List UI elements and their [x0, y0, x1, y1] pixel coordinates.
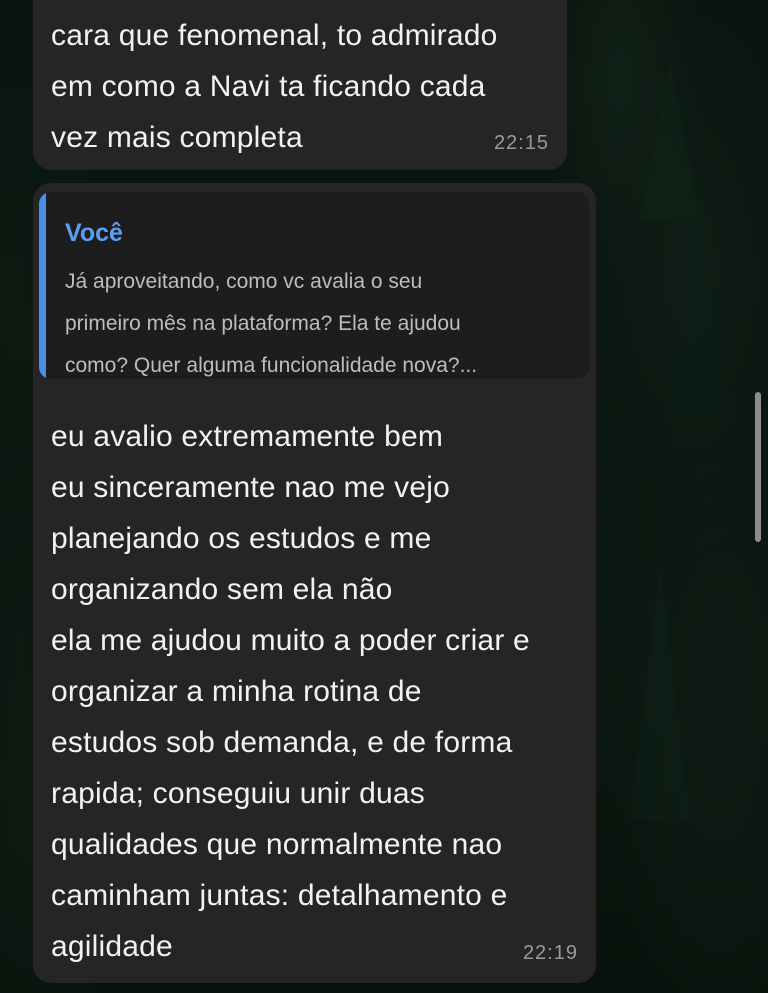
reply-quote-author: Você [65, 219, 123, 247]
reply-quote-bar [39, 192, 46, 379]
message-timestamp: 22:19 [522, 942, 578, 964]
tree-silhouette [640, 60, 700, 220]
tree-silhouette [670, 200, 730, 420]
reply-quote-text: Já aproveitando, como vc avalia o seu pr… [65, 270, 478, 377]
reply-quote[interactable]: Você Já aproveitando, como vc avalia o s… [39, 192, 589, 379]
scrollbar-thumb[interactable] [755, 392, 761, 542]
message-text: eu avalio extremamente bem eu sinceramen… [51, 420, 530, 963]
message-text: cara que fenomenal, to admirado em como … [51, 19, 498, 154]
message-timestamp: 22:15 [493, 132, 549, 154]
tree-silhouette [630, 560, 690, 820]
message-bubble-incoming[interactable]: Você Já aproveitando, como vc avalia o s… [33, 183, 596, 983]
message-bubble-incoming[interactable]: cara que fenomenal, to admirado em como … [33, 0, 567, 170]
